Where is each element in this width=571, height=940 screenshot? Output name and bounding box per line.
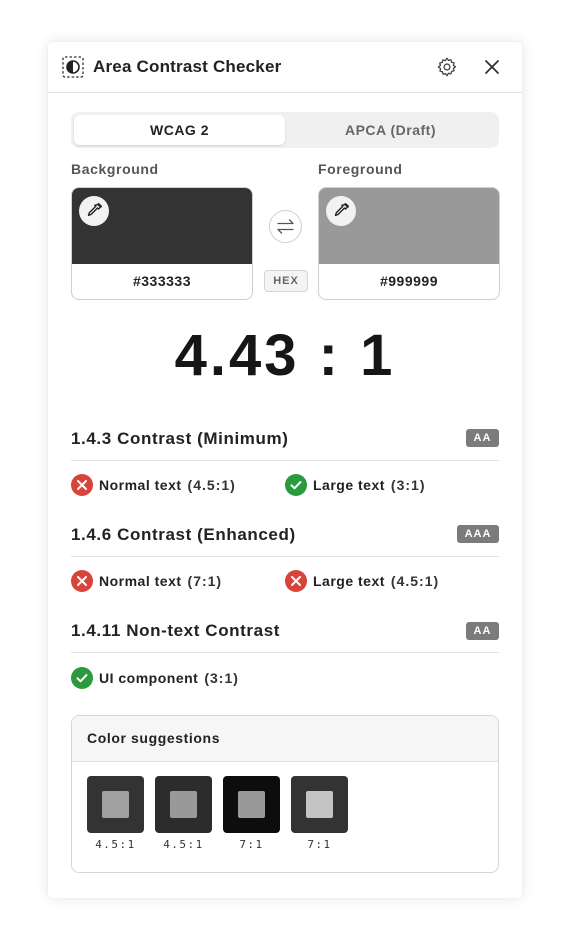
contrast-icon xyxy=(62,56,84,78)
criterion-title: 1.4.11 Non-text Contrast xyxy=(71,621,281,640)
contrast-ratio: 4.43 : 1 xyxy=(174,323,396,388)
suggestion-swatch[interactable]: 4.5:1 xyxy=(155,776,212,860)
suggestion-swatch[interactable]: 4.5:1 xyxy=(87,776,144,860)
divider xyxy=(71,556,499,557)
fail-icon xyxy=(71,474,93,496)
tab-apca[interactable]: APCA (Draft) xyxy=(285,115,496,145)
pass-icon xyxy=(285,474,307,496)
suggestion-ratio: 7:1 xyxy=(307,838,332,851)
suggestion-ratio: 7:1 xyxy=(239,838,264,851)
criterion-title: 1.4.3 Contrast (Minimum) xyxy=(71,429,289,448)
foreground-hex-value[interactable]: #999999 xyxy=(319,264,499,299)
result-ratio: (3:1) xyxy=(390,477,426,493)
eyedropper-button[interactable] xyxy=(79,196,109,226)
background-swatch-card: #333333 xyxy=(71,187,253,300)
app-title: Area Contrast Checker xyxy=(93,57,282,76)
color-format-toggle[interactable]: HEX xyxy=(264,270,308,292)
swap-icon xyxy=(277,219,294,234)
foreground-swatch-card: #999999 xyxy=(318,187,500,300)
divider xyxy=(71,652,499,653)
foreground-label: Foreground xyxy=(318,161,403,177)
suggestion-foreground xyxy=(170,791,197,818)
divider xyxy=(71,460,499,461)
suggestions-header: Color suggestions xyxy=(72,716,498,762)
suggestion-foreground xyxy=(238,791,265,818)
suggestion-ratio: 4.5:1 xyxy=(163,838,204,851)
result-label: Large text xyxy=(313,573,385,589)
level-badge: AA xyxy=(466,622,499,640)
level-badge: AA xyxy=(466,429,499,447)
result-label: Normal text xyxy=(99,477,182,493)
criterion-title: 1.4.6 Contrast (Enhanced) xyxy=(71,525,296,544)
panel-header: Area Contrast Checker xyxy=(48,42,522,93)
suggestion-foreground xyxy=(306,791,333,818)
result-ratio: (4.5:1) xyxy=(187,477,236,493)
result-ratio: (3:1) xyxy=(204,670,239,686)
level-badge: AAA xyxy=(457,525,499,543)
result-label: Normal text xyxy=(99,573,182,589)
result-label: UI component xyxy=(99,670,199,686)
result-ratio: (4.5:1) xyxy=(390,573,440,589)
background-hex-value[interactable]: #333333 xyxy=(72,264,252,299)
background-label: Background xyxy=(71,161,159,177)
pass-icon xyxy=(71,667,93,689)
standard-tabs: WCAG 2 APCA (Draft) xyxy=(71,112,499,148)
close-icon[interactable] xyxy=(481,56,503,78)
eyedropper-button[interactable] xyxy=(326,196,356,226)
suggestion-swatch[interactable]: 7:1 xyxy=(223,776,280,860)
eyedropper-icon xyxy=(87,203,102,216)
swap-colors-button[interactable] xyxy=(269,210,302,243)
fail-icon xyxy=(71,570,93,592)
suggestions-title: Color suggestions xyxy=(87,730,221,746)
gear-icon[interactable] xyxy=(436,56,458,78)
suggestion-ratio: 4.5:1 xyxy=(95,838,136,851)
suggestion-swatch[interactable]: 7:1 xyxy=(291,776,348,860)
eyedropper-icon xyxy=(334,203,349,216)
tab-wcag2[interactable]: WCAG 2 xyxy=(74,115,285,145)
fail-icon xyxy=(285,570,307,592)
contrast-checker-panel: Area Contrast Checker WCAG 2 APCA (Draft… xyxy=(48,42,522,898)
suggestion-foreground xyxy=(102,791,129,818)
result-ratio: (7:1) xyxy=(187,573,223,589)
result-label: Large text xyxy=(313,477,385,493)
color-suggestions-panel: Color suggestions 4.5:1 4.5:1 7:1 7:1 xyxy=(71,715,499,873)
